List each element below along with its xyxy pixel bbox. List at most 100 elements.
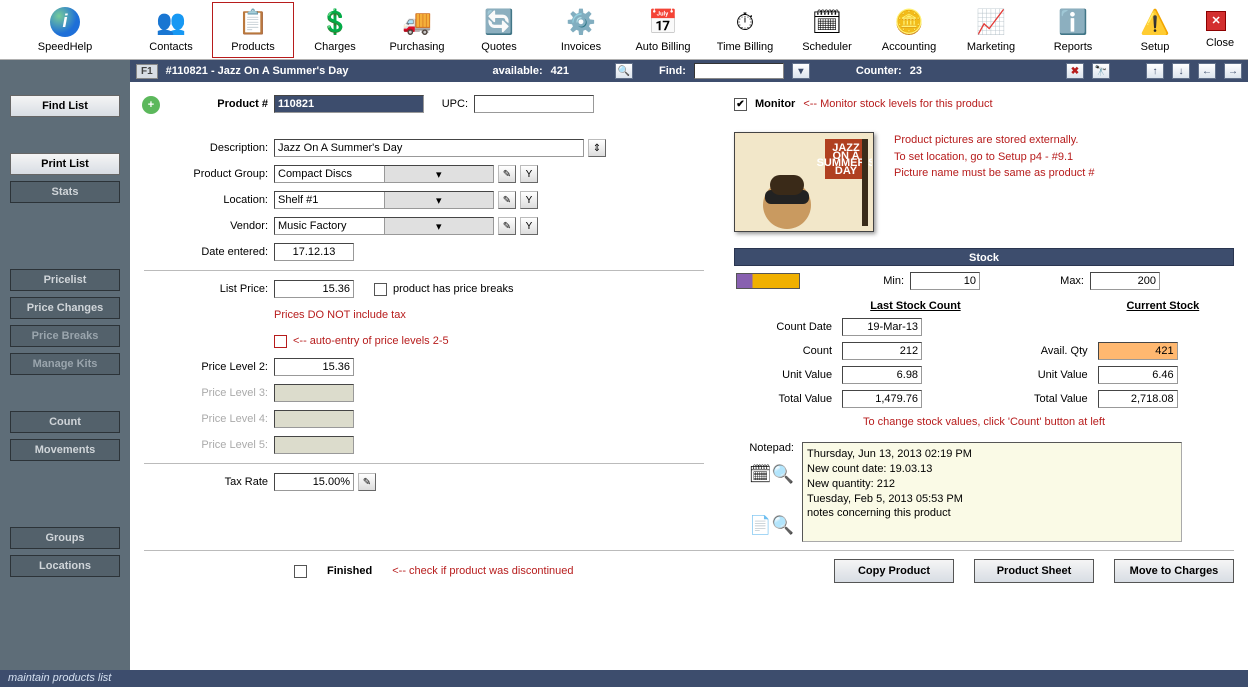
speedhelp-label: SpeedHelp: [38, 41, 92, 53]
price-level4-input: [274, 410, 354, 428]
quotes-label: Quotes: [481, 41, 516, 53]
toolbar-contacts[interactable]: 👥Contacts: [130, 2, 212, 58]
stats-button[interactable]: Stats: [10, 181, 120, 203]
groups-button[interactable]: Groups: [10, 527, 120, 549]
expand-description-icon[interactable]: ⇕: [588, 139, 606, 157]
max-label: Max:: [1010, 275, 1090, 287]
filter-vendor-icon[interactable]: Y: [520, 217, 538, 235]
move-to-charges-button[interactable]: Move to Charges: [1114, 559, 1234, 583]
toolbar-charges[interactable]: 💲Charges: [294, 2, 376, 58]
price-level5-input: [274, 436, 354, 454]
finished-checkbox[interactable]: [294, 565, 307, 578]
monitor-checkbox[interactable]: ✔: [734, 98, 747, 111]
edit-vendor-icon[interactable]: ✎: [498, 217, 516, 235]
accounting-label: Accounting: [882, 41, 936, 53]
autobilling-label: Auto Billing: [635, 41, 690, 53]
last-unit-value: [842, 366, 922, 384]
location-select[interactable]: Shelf #1▾: [274, 191, 494, 209]
toolbar-accounting[interactable]: 🪙Accounting: [868, 2, 950, 58]
toolbar-invoices[interactable]: ⚙️Invoices: [540, 2, 622, 58]
price-breaks-button[interactable]: Price Breaks: [10, 325, 120, 347]
price-level2-label: Price Level 2:: [144, 361, 274, 373]
speedhelp-button[interactable]: i SpeedHelp: [0, 0, 130, 60]
count-button[interactable]: Count: [10, 411, 120, 433]
toolbar-setup[interactable]: ⚠️Setup: [1114, 2, 1196, 58]
cur-total-value-label: Total Value: [995, 388, 1092, 410]
nav-prev-icon[interactable]: ←: [1198, 63, 1216, 79]
nav-down-icon[interactable]: ↓: [1172, 63, 1190, 79]
toolbar-reports[interactable]: ℹ️Reports: [1032, 2, 1114, 58]
count-value: [842, 342, 922, 360]
status-bar: maintain products list: [0, 670, 1248, 687]
filter-group-icon[interactable]: Y: [520, 165, 538, 183]
tax-rate-label: Tax Rate: [144, 476, 274, 488]
copy-product-button[interactable]: Copy Product: [834, 559, 954, 583]
auto-entry-checkbox[interactable]: [274, 335, 287, 348]
location-label: Location:: [144, 194, 274, 206]
product-sheet-button[interactable]: Product Sheet: [974, 559, 1094, 583]
setup-icon: ⚠️: [1139, 7, 1171, 39]
pricelist-button[interactable]: Pricelist: [10, 269, 120, 291]
product-group-label: Product Group:: [144, 168, 274, 180]
price-level2-input[interactable]: [274, 358, 354, 376]
list-price-input[interactable]: [274, 280, 354, 298]
last-total-value: [842, 390, 922, 408]
upc-input[interactable]: [474, 95, 594, 113]
print-list-button[interactable]: Print List: [10, 153, 120, 175]
tax-rate-input[interactable]: [274, 473, 354, 491]
delete-icon[interactable]: ✖: [1066, 63, 1084, 79]
find-dropdown-icon[interactable]: ▾: [792, 63, 810, 79]
toolbar-autobilling[interactable]: 📅Auto Billing: [622, 2, 704, 58]
sidebar: Find List Print List Stats Pricelist Pri…: [0, 60, 130, 670]
min-label: Min:: [830, 275, 910, 287]
toolbar-quotes[interactable]: 🔄 Quotes: [458, 2, 540, 58]
available-label: available:: [493, 65, 543, 77]
product-number-input[interactable]: [274, 95, 424, 113]
toolbar-scheduler[interactable]: 🗓Scheduler: [786, 2, 868, 58]
movements-button[interactable]: Movements: [10, 439, 120, 461]
binoculars-icon[interactable]: 🔭: [1092, 63, 1110, 79]
description-input[interactable]: [274, 139, 584, 157]
svg-text:DAY: DAY: [834, 165, 857, 177]
quotes-icon: 🔄: [483, 7, 515, 39]
price-level3-input: [274, 384, 354, 402]
product-group-select[interactable]: Compact Discs▾: [274, 165, 494, 183]
toolbar-timebilling[interactable]: ⏱Time Billing: [704, 2, 786, 58]
date-entered-input[interactable]: [274, 243, 354, 261]
close-icon[interactable]: ✕: [1206, 11, 1226, 31]
min-input[interactable]: [910, 272, 980, 290]
find-list-button[interactable]: Find List: [10, 95, 120, 117]
edit-group-icon[interactable]: ✎: [498, 165, 516, 183]
price-breaks-checkbox[interactable]: [374, 283, 387, 296]
notepad-textarea[interactable]: Thursday, Jun 13, 2013 02:19 PMNew count…: [802, 442, 1182, 542]
toolbar-purchasing[interactable]: 🚚Purchasing: [376, 2, 458, 58]
nav-next-icon[interactable]: →: [1224, 63, 1242, 79]
stock-note: To change stock values, click 'Count' bu…: [734, 412, 1234, 432]
edit-tax-icon[interactable]: ✎: [358, 473, 376, 491]
add-product-icon[interactable]: +: [142, 96, 160, 114]
vendor-select[interactable]: Music Factory▾: [274, 217, 494, 235]
scheduler-icon: 🗓: [811, 7, 843, 39]
list-price-label: List Price:: [144, 283, 274, 295]
search-icon[interactable]: 🔍: [615, 63, 633, 79]
price-changes-button[interactable]: Price Changes: [10, 297, 120, 319]
edit-location-icon[interactable]: ✎: [498, 191, 516, 209]
toolbar-marketing[interactable]: 📈Marketing: [950, 2, 1032, 58]
reports-icon: ℹ️: [1057, 7, 1089, 39]
max-input[interactable]: [1090, 272, 1160, 290]
last-total-value-label: Total Value: [736, 388, 836, 410]
toolbar-products[interactable]: 📋Products: [212, 2, 294, 58]
product-number-label: Product #: [144, 98, 274, 110]
products-label: Products: [231, 41, 274, 53]
document-search-icon[interactable]: 📄🔍: [734, 515, 794, 536]
nav-up-icon[interactable]: ↑: [1146, 63, 1164, 79]
find-input[interactable]: [694, 63, 784, 79]
manage-kits-button[interactable]: Manage Kits: [10, 353, 120, 375]
description-label: Description:: [144, 142, 274, 154]
calendar-icon[interactable]: 🗓🔍: [734, 464, 794, 485]
locations-button[interactable]: Locations: [10, 555, 120, 577]
available-value: 421: [551, 65, 569, 77]
monitor-hint: <-- Monitor stock levels for this produc…: [803, 98, 992, 110]
filter-location-icon[interactable]: Y: [520, 191, 538, 209]
timebilling-icon: ⏱: [729, 7, 761, 39]
